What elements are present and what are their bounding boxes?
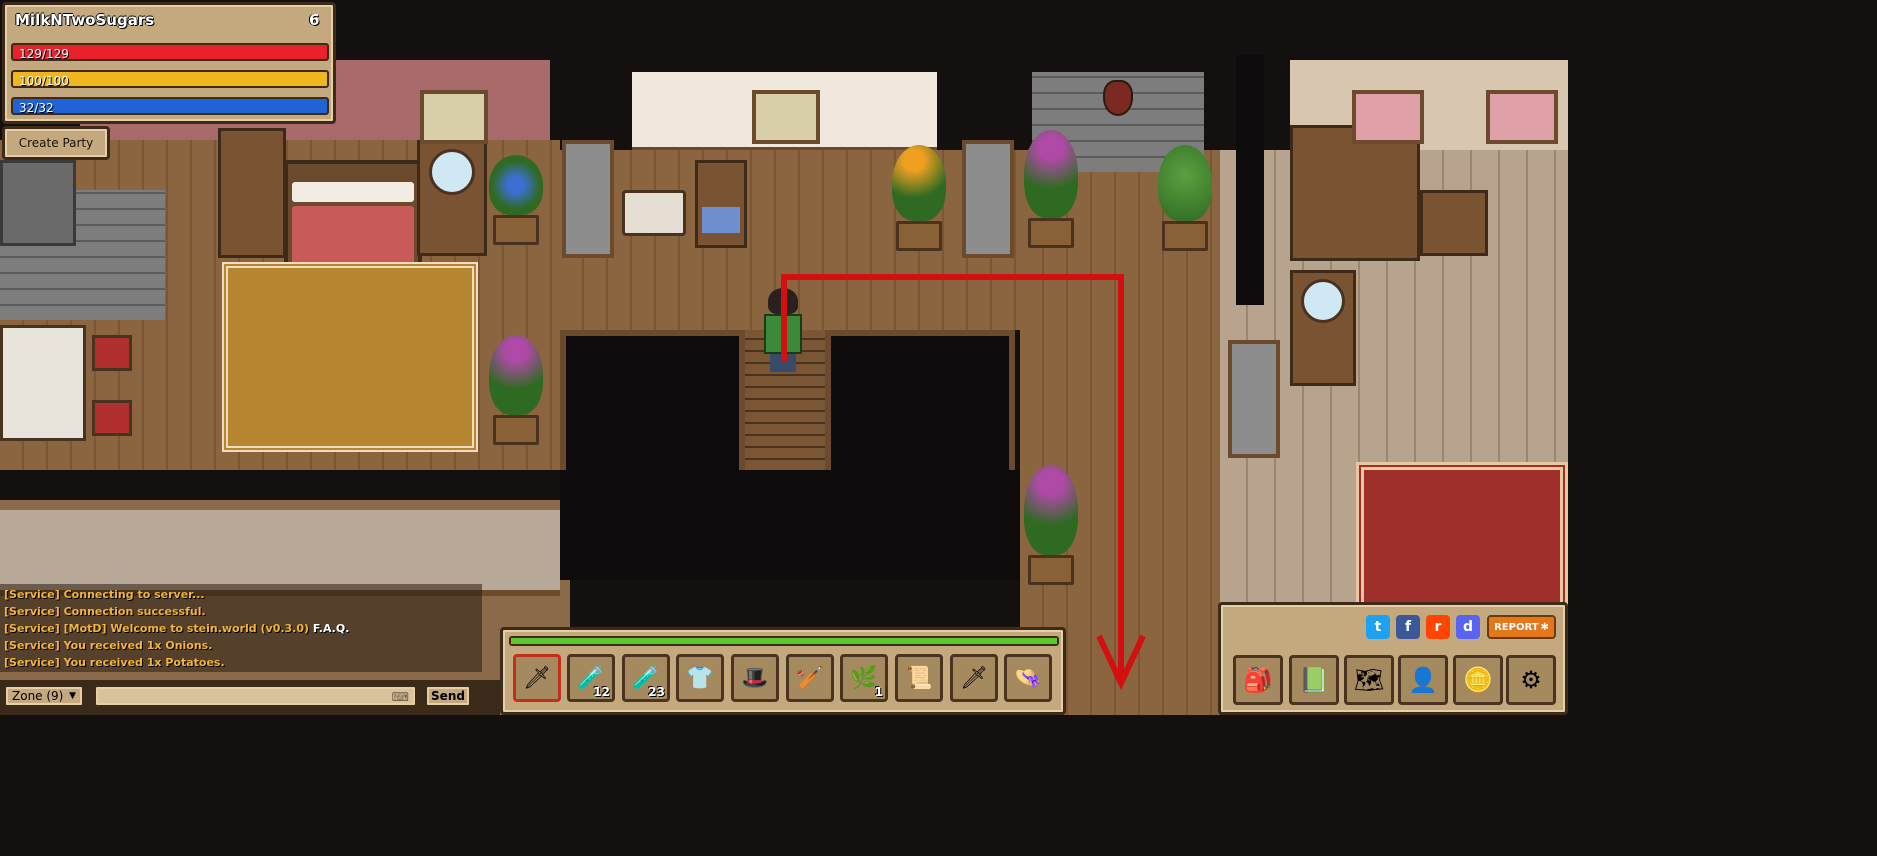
- item-count: 1: [874, 685, 883, 699]
- hotbar-slot[interactable]: 🎩: [731, 654, 779, 702]
- item-count: 23: [648, 685, 665, 699]
- hotbar-slot[interactable]: 🗡: [950, 654, 998, 702]
- report-label: REPORT: [1494, 621, 1539, 633]
- hotbar-slot[interactable]: 🌿 1: [840, 654, 888, 702]
- hotbar-slot[interactable]: 👒: [1004, 654, 1052, 702]
- create-party-button[interactable]: Create Party: [2, 126, 110, 160]
- hat-icon: 🎩: [741, 665, 769, 691]
- player-name: MilkNTwoSugars: [15, 11, 155, 29]
- send-label: Send: [431, 689, 465, 703]
- stamina-bar: 100/100: [11, 70, 329, 88]
- bag-icon-glyph: 🎒: [1243, 666, 1273, 694]
- chat-log[interactable]: [Service] Connecting to server... [Servi…: [0, 584, 482, 672]
- sword-icon: 🗡: [523, 665, 551, 691]
- hotbar-slot[interactable]: 🧪 12: [567, 654, 615, 702]
- hotbar-slot[interactable]: 📜: [895, 654, 943, 702]
- xp-bar-fill: [511, 638, 1057, 644]
- bug-icon: ✱: [1540, 621, 1549, 633]
- faq-link[interactable]: F.A.Q.: [313, 622, 350, 635]
- sword-icon: 🗡: [960, 665, 988, 691]
- twitter-icon[interactable]: t: [1366, 615, 1390, 639]
- map-scroll-icon: 📜: [905, 665, 933, 691]
- item-count: 12: [593, 685, 610, 699]
- xp-bar-track: [509, 636, 1059, 646]
- chat-line: [Service] Connection successful.: [4, 605, 206, 618]
- chat-channel-label: Zone (9): [12, 689, 64, 703]
- chat-channel-select[interactable]: Zone (9) ▼: [3, 684, 85, 708]
- path-line: [781, 274, 1124, 680]
- world-map-icon[interactable]: 🗺: [1344, 655, 1394, 705]
- club-icon: 🏏: [796, 665, 824, 691]
- hotbar-slot[interactable]: 🏏: [786, 654, 834, 702]
- mana-bar: 32/32: [11, 97, 329, 115]
- hotbar-slot[interactable]: 🗡: [513, 654, 561, 702]
- gold-coins-icon-glyph: 🪙: [1463, 666, 1493, 694]
- player-frame: MilkNTwoSugars 6 129/129 100/100 32/32: [2, 2, 336, 124]
- health-value: 129/129: [19, 47, 69, 61]
- stamina-value: 100/100: [19, 74, 69, 88]
- dropdown-arrow-icon: ▼: [69, 691, 76, 701]
- chat-line: [Service] You received 1x Onions.: [4, 639, 213, 652]
- send-button[interactable]: Send: [424, 684, 472, 708]
- chat-line: [Service] You received 1x Potatoes.: [4, 656, 225, 669]
- character-icon[interactable]: 👤: [1398, 655, 1448, 705]
- keyboard-icon[interactable]: ⌨: [392, 690, 409, 704]
- chat-input[interactable]: ⌨: [93, 684, 418, 708]
- character-icon-glyph: 👤: [1408, 666, 1438, 694]
- gold-coins-icon[interactable]: 🪙: [1453, 655, 1503, 705]
- settings-gear-icon-glyph: ⚙: [1520, 666, 1542, 694]
- reddit-icon[interactable]: r: [1426, 615, 1450, 639]
- health-bar: 129/129: [11, 43, 329, 61]
- world-map-icon-glyph: 🗺: [1353, 666, 1385, 694]
- create-party-label: Create Party: [18, 136, 94, 150]
- herb-icon: 🌿: [850, 665, 878, 691]
- quest-book-icon-glyph: 📗: [1299, 666, 1329, 694]
- chat-line: [Service] [MotD] Welcome to stein.world …: [4, 622, 350, 635]
- player-level: 6: [309, 11, 320, 29]
- settings-gear-icon[interactable]: ⚙: [1506, 655, 1556, 705]
- quest-book-icon[interactable]: 📗: [1289, 655, 1339, 705]
- discord-icon[interactable]: d: [1456, 615, 1480, 639]
- straw-hat-icon: 👒: [1014, 665, 1042, 691]
- chat-line: [Service] Connecting to server...: [4, 588, 205, 601]
- hotbar-slot[interactable]: 🧪 23: [622, 654, 670, 702]
- mana-value: 32/32: [19, 101, 54, 115]
- facebook-icon[interactable]: f: [1396, 615, 1420, 639]
- tunic-icon: 👕: [686, 665, 714, 691]
- bag-icon[interactable]: 🎒: [1233, 655, 1283, 705]
- report-button[interactable]: REPORT ✱: [1487, 615, 1556, 639]
- hotbar-slot[interactable]: 👕: [676, 654, 724, 702]
